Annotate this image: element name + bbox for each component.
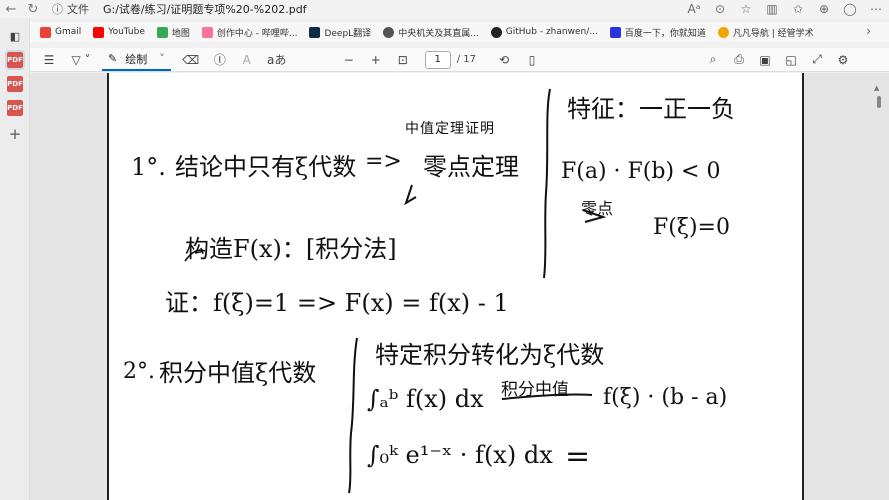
page-count: / 17	[456, 54, 476, 65]
scrollbar[interactable]: ▲	[874, 84, 884, 490]
pdf-tab-icon-active[interactable]: PDF	[5, 50, 25, 70]
pen-icon: ✎	[108, 52, 118, 65]
annotation-text: 中值定理证明	[405, 121, 495, 137]
note-l1-arrow: =>	[365, 149, 402, 174]
zoom-in-icon[interactable]: +	[363, 53, 389, 67]
note-l4-text: 积分中值ξ代数	[159, 359, 317, 387]
note-r2: F(a) · F(b) < 0	[561, 159, 721, 184]
search-icon[interactable]: ⌕	[700, 52, 726, 67]
save-icon[interactable]: ▣	[752, 53, 778, 67]
reload-icon[interactable]: ↻	[22, 2, 44, 17]
favorite-icon[interactable]: ☆	[733, 2, 759, 16]
favorites-list-icon[interactable]: ✩	[785, 2, 811, 16]
read-aloud-icon[interactable]: Aᵃ	[681, 2, 707, 16]
youtube-icon	[93, 26, 105, 38]
chevron-down-icon: ˅	[159, 52, 165, 65]
translate-icon[interactable]: ⊙	[707, 2, 733, 16]
note-l1-number: 1°.	[131, 153, 166, 181]
github-icon	[490, 26, 502, 38]
note-l1-text: 结论中只有ξ代数	[175, 153, 357, 181]
pdf-toolbar: ☰ ▽ ˅ ✎ 绘制 ˅ ⌫ Ⓘ A aあ − + ⊡ 1 / 17 ⟲ ▯ ⌕…	[30, 48, 889, 72]
note-l1-tail: 零点定理	[423, 153, 519, 181]
bookmark-gmail[interactable]: Gmail	[40, 26, 81, 38]
bookmark-maps[interactable]: 地图	[156, 26, 190, 39]
save-as-icon[interactable]: ◱	[778, 53, 804, 67]
zoom-out-icon[interactable]: −	[335, 53, 363, 67]
bookmark-youtube[interactable]: YouTube	[93, 26, 145, 38]
bookmarks-bar: Gmail YouTube 地图 创作中心 - 哔哩哔... DeepL翻译 中…	[0, 22, 889, 42]
more-icon[interactable]: ⋯	[863, 2, 889, 16]
address-bar: ← ↻ ⓘ 文件 G:/试卷/练习/证明题专项%20-%202.pdf Aᵃ ⊙…	[0, 0, 889, 18]
back-icon[interactable]: ←	[0, 2, 22, 17]
contents-icon[interactable]: ☰	[34, 53, 64, 67]
note-r3: F(ξ)=0	[653, 215, 730, 240]
note-r5-label: 积分中值	[501, 380, 569, 400]
bookmark-gov[interactable]: 中央机关及其直属...	[383, 26, 479, 39]
chevron-right-icon[interactable]: ›	[866, 24, 871, 38]
settings-icon[interactable]: ⚙	[830, 53, 856, 67]
eraser-icon[interactable]: ⌫	[177, 53, 205, 67]
note-r6-equals: =	[565, 439, 591, 474]
info-icon[interactable]: ⓘ	[52, 1, 63, 17]
rotate-icon[interactable]: ⟲	[490, 53, 518, 67]
page-view-icon[interactable]: ▯	[518, 53, 546, 67]
pdf-tab-icon[interactable]: PDF	[7, 100, 23, 116]
note-r1: 特征：一正一负	[567, 95, 735, 123]
note-l4-number: 2°.	[123, 359, 155, 384]
bookmark-deepl[interactable]: DeepL翻译	[309, 26, 371, 39]
note-r3-label: 零点	[581, 199, 614, 218]
baidu-icon	[609, 26, 621, 38]
bookmark-fanfan[interactable]: 凡凡导航 | 经管学术	[717, 26, 814, 39]
fullscreen-icon[interactable]: ⤢	[804, 52, 830, 67]
bookmark-github[interactable]: GitHub - zhanwen/...	[490, 26, 598, 38]
draw-button[interactable]: ✎ 绘制 ˅	[102, 49, 171, 71]
note-r5-result: f(ξ) · (b - a)	[603, 385, 728, 410]
maps-icon	[156, 26, 168, 38]
print-icon[interactable]: ⎙	[726, 52, 752, 67]
file-label: 文件	[67, 3, 89, 16]
bookmark-bilibili[interactable]: 创作中心 - 哔哩哔...	[201, 26, 297, 39]
url-field[interactable]: G:/试卷/练习/证明题专项%20-%202.pdf	[103, 1, 307, 17]
globe-icon	[383, 26, 395, 38]
gmail-icon	[40, 26, 51, 38]
text-box-icon[interactable]: Ⓘ	[205, 51, 235, 68]
bilibili-icon	[201, 26, 213, 38]
page-number-input[interactable]: 1	[424, 50, 451, 69]
note-l3: 证：f(ξ)=1 => F(x) = f(x) - 1	[165, 289, 509, 317]
highlight-icon[interactable]: ▽ ˅	[64, 53, 98, 67]
note-r4: 特定积分转化为ξ代数	[375, 341, 605, 369]
pdf-tab-icon[interactable]: PDF	[7, 76, 23, 92]
scrollbar-thumb[interactable]	[877, 96, 881, 108]
note-r6-integral: ∫₀ᵏ e¹⁻ˣ · f(x) dx	[367, 441, 553, 469]
vertical-tab-sidebar: ◧ PDF PDF PDF +	[0, 18, 30, 500]
fanfan-icon	[717, 26, 729, 38]
collections-icon[interactable]: ⊕	[811, 2, 837, 16]
split-screen-icon[interactable]: ▥	[759, 2, 785, 16]
text-size-button[interactable]: aあ	[259, 51, 295, 68]
deepl-icon	[309, 26, 321, 38]
sidebar-toggle-icon[interactable]: ◧	[7, 28, 23, 44]
bookmark-baidu[interactable]: 百度一下，你就知道	[609, 26, 706, 39]
font-icon[interactable]: A	[235, 53, 259, 67]
address-actions: Aᵃ ⊙ ☆ ▥ ✩ ⊕ ◯ ⋯	[681, 0, 889, 18]
note-l2: 构造F(x)：[积分法]	[185, 235, 397, 263]
pdf-page: 中值定理证明 1°. 结论中只有ξ代数 => 零点定理 构造F(x)：[积分法]…	[107, 73, 804, 500]
note-r5-integral: ∫ₐᵇ f(x) dx	[367, 385, 484, 413]
profile-icon[interactable]: ◯	[837, 2, 863, 16]
scroll-up-icon[interactable]: ▲	[874, 84, 879, 92]
new-tab-icon[interactable]: +	[7, 125, 23, 143]
fit-width-icon[interactable]: ⊡	[389, 53, 417, 67]
